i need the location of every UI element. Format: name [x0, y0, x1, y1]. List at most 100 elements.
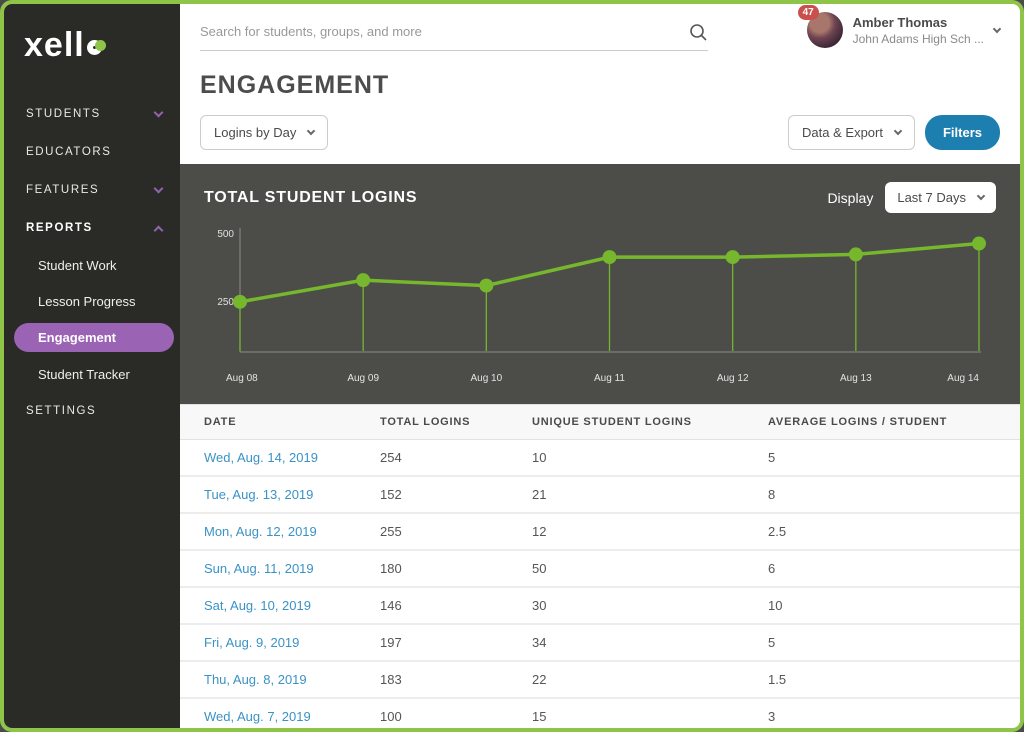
- view-select-label: Logins by Day: [214, 125, 296, 140]
- cell-average-logins: 2.5: [768, 524, 1020, 539]
- data-point: [972, 236, 986, 250]
- x-tick-label: Aug 10: [470, 373, 502, 384]
- table-row: Sun, Aug. 11, 2019 180506: [180, 551, 1020, 588]
- table-row: Thu, Aug. 8, 2019183221.5: [180, 662, 1020, 699]
- cell-average-logins: 5: [768, 450, 1020, 465]
- cell-average-logins: 8: [768, 487, 1020, 502]
- sidebar-item-label: EDUCATORS: [26, 146, 112, 158]
- user-menu[interactable]: 47 Amber Thomas John Adams High Sch ...: [807, 12, 1000, 48]
- column-header-average-logins: AVERAGE LOGINS / STUDENT: [768, 416, 1020, 428]
- chevron-down-icon: [154, 108, 164, 118]
- data-point: [849, 247, 863, 261]
- sidebar-item-label: REPORTS: [26, 222, 93, 234]
- controls-row: Logins by Day Data & Export Filters: [200, 115, 1000, 150]
- table-row: Fri, Aug. 9, 2019197345: [180, 625, 1020, 662]
- cell-average-logins: 6: [768, 561, 1020, 576]
- sidebar-item-engagement[interactable]: Engagement: [14, 323, 174, 352]
- search-field[interactable]: [200, 13, 708, 51]
- sidebar-item-lesson-progress[interactable]: Lesson Progress: [4, 283, 180, 319]
- data-point: [726, 250, 740, 264]
- chevron-down-icon: [154, 184, 164, 194]
- sidebar-item-student-work[interactable]: Student Work: [4, 247, 180, 283]
- sidebar-item-student-tracker[interactable]: Student Tracker: [4, 356, 180, 392]
- chevron-down-icon[interactable]: [993, 25, 1001, 33]
- sidebar-item-label: Lesson Progress: [38, 294, 136, 309]
- data-point: [479, 278, 493, 292]
- x-tick-label: Aug 11: [594, 373, 625, 384]
- app-window: xell STUDENTS EDUCATORS FEATURES REPORTS Stu…: [0, 0, 1024, 732]
- data-point: [233, 295, 247, 309]
- user-organization: John Adams High Sch ...: [853, 32, 984, 46]
- cell-unique-logins: 30: [532, 598, 768, 613]
- cell-unique-logins: 34: [532, 635, 768, 650]
- search-icon[interactable]: [688, 22, 708, 42]
- x-tick-label: Aug 14: [947, 373, 979, 384]
- table-date-link[interactable]: Thu, Aug. 8, 2019: [204, 672, 307, 687]
- cell-total-logins: 100: [380, 709, 532, 724]
- data-export-label: Data & Export: [802, 125, 883, 140]
- chart-header: TOTAL STUDENT LOGINS Display Last 7 Days: [204, 180, 996, 216]
- chevron-up-icon: [154, 225, 164, 235]
- sidebar: xell STUDENTS EDUCATORS FEATURES REPORTS Stu…: [4, 4, 180, 728]
- data-export-dropdown[interactable]: Data & Export: [788, 115, 915, 150]
- table-body: Wed, Aug. 14, 2019254105Tue, Aug. 13, 20…: [180, 440, 1020, 728]
- y-tick-label: 500: [217, 229, 234, 240]
- sidebar-item-educators[interactable]: EDUCATORS: [4, 133, 180, 171]
- table-date-link[interactable]: Mon, Aug. 12, 2019: [204, 524, 317, 539]
- chevron-down-icon: [894, 126, 902, 134]
- table-date-link[interactable]: Sat, Aug. 10, 2019: [204, 598, 311, 613]
- notification-badge: 47: [798, 5, 819, 20]
- sidebar-item-label: Student Tracker: [38, 367, 130, 382]
- column-header-total-logins: TOTAL LOGINS: [380, 416, 532, 428]
- search-input[interactable]: [200, 24, 688, 39]
- display-range-dropdown[interactable]: Last 7 Days: [885, 182, 996, 213]
- table-row: Tue, Aug. 13, 2019 152218: [180, 477, 1020, 514]
- sidebar-item-settings[interactable]: SETTINGS: [4, 392, 180, 430]
- chart-title: TOTAL STUDENT LOGINS: [204, 189, 417, 207]
- sidebar-nav: STUDENTS EDUCATORS FEATURES REPORTS Student …: [4, 95, 180, 430]
- table-row: Sat, Aug. 10, 20191463010: [180, 588, 1020, 625]
- column-header-unique-logins: UNIQUE STUDENT LOGINS: [532, 416, 768, 428]
- user-info: Amber Thomas John Adams High Sch ...: [853, 15, 984, 46]
- data-point: [356, 273, 370, 287]
- sidebar-item-students[interactable]: STUDENTS: [4, 95, 180, 133]
- filters-button[interactable]: Filters: [925, 115, 1000, 150]
- table-date-link[interactable]: Sun, Aug. 11, 2019: [204, 561, 314, 576]
- display-group: Display Last 7 Days: [827, 182, 996, 213]
- topbar: 47 Amber Thomas John Adams High Sch ...: [180, 4, 1020, 57]
- cell-total-logins: 152: [380, 487, 532, 502]
- table-date-link[interactable]: Fri, Aug. 9, 2019: [204, 635, 299, 650]
- x-tick-label: Aug 12: [717, 373, 749, 384]
- cell-average-logins: 10: [768, 598, 1020, 613]
- logins-table: DATE TOTAL LOGINS UNIQUE STUDENT LOGINS …: [180, 404, 1020, 728]
- cell-total-logins: 254: [380, 450, 532, 465]
- cell-unique-logins: 21: [532, 487, 768, 502]
- chart-panel: TOTAL STUDENT LOGINS Display Last 7 Days…: [180, 164, 1020, 404]
- table-row: Mon, Aug. 12, 2019 255122.5: [180, 514, 1020, 551]
- cell-unique-logins: 12: [532, 524, 768, 539]
- sidebar-item-label: STUDENTS: [26, 108, 101, 120]
- sidebar-item-features[interactable]: FEATURES: [4, 171, 180, 209]
- user-name: Amber Thomas: [853, 15, 984, 30]
- cell-total-logins: 180: [380, 561, 532, 576]
- cell-unique-logins: 50: [532, 561, 768, 576]
- y-tick-label: 250: [217, 297, 234, 308]
- logins-line-chart: 250500Aug 08Aug 09Aug 10Aug 11Aug 12Aug …: [204, 220, 996, 392]
- sidebar-item-reports[interactable]: REPORTS: [4, 209, 180, 247]
- xello-logo[interactable]: xell: [24, 26, 180, 65]
- cell-total-logins: 255: [380, 524, 532, 539]
- table-date-link[interactable]: Wed, Aug. 7, 2019: [204, 709, 311, 724]
- sidebar-item-label: SETTINGS: [26, 405, 96, 417]
- cell-unique-logins: 15: [532, 709, 768, 724]
- table-date-link[interactable]: Tue, Aug. 13, 2019: [204, 487, 313, 502]
- table-row: Wed, Aug. 7, 2019 100153: [180, 699, 1020, 728]
- avatar-wrap: 47: [807, 12, 843, 48]
- table-date-link[interactable]: Wed, Aug. 14, 2019: [204, 450, 318, 465]
- cell-unique-logins: 10: [532, 450, 768, 465]
- display-label: Display: [827, 190, 873, 206]
- view-select-dropdown[interactable]: Logins by Day: [200, 115, 328, 150]
- table-row: Wed, Aug. 14, 2019 254105: [180, 440, 1020, 477]
- column-header-date: DATE: [204, 416, 380, 428]
- sidebar-item-label: FEATURES: [26, 184, 99, 196]
- cell-average-logins: 3: [768, 709, 1020, 724]
